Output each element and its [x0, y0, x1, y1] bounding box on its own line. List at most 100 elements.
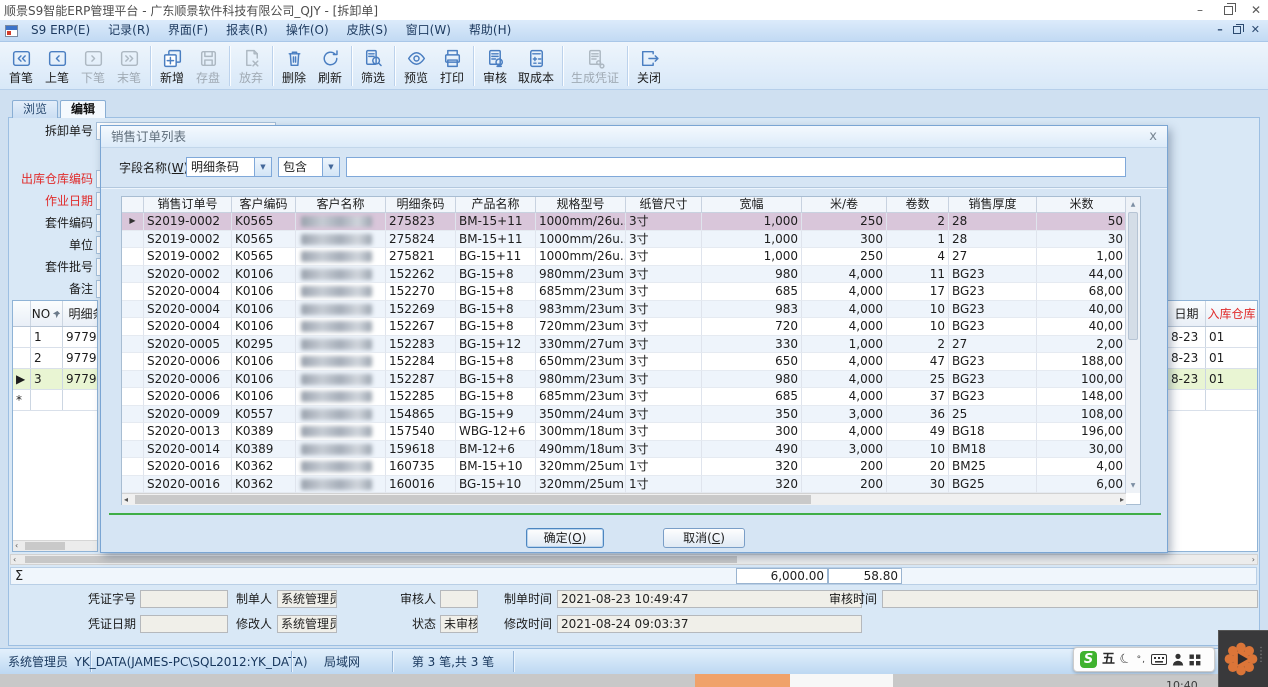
toolbar-delete-button[interactable]: 删除: [276, 44, 312, 88]
sales-order-row[interactable]: S2020-0006K0106152285BG-15+8685mm/23um..…: [122, 388, 1140, 406]
column-header-客户名称[interactable]: 客户名称: [296, 197, 386, 213]
soft-keyboard-icon[interactable]: [1151, 654, 1167, 665]
sales-order-row[interactable]: S2020-0005K0295152283BG-15+12330mm/27um.…: [122, 336, 1140, 354]
grid-row[interactable]: 197792: [13, 327, 97, 348]
toolbar-audit-button[interactable]: 审核: [477, 44, 513, 88]
column-header-明细条码[interactable]: 明细条码: [386, 197, 456, 213]
vscroll-thumb[interactable]: [1128, 212, 1138, 340]
filter-search-input[interactable]: [346, 157, 1126, 177]
toolbar-prev-button[interactable]: 上笔: [39, 44, 75, 88]
tab-编辑[interactable]: 编辑: [60, 100, 106, 118]
menu-item-3[interactable]: 报表(R): [217, 20, 277, 41]
sales-order-row[interactable]: S2020-0004K0106152267BG-15+8720mm/23um..…: [122, 318, 1140, 336]
column-header-米/卷[interactable]: 米/卷: [802, 197, 887, 213]
column-header-销售厚度[interactable]: 销售厚度: [949, 197, 1037, 213]
scroll-right-icon[interactable]: ›: [1252, 555, 1255, 565]
scroll-left-icon[interactable]: ‹: [13, 555, 16, 565]
sogou-input-icon[interactable]: S: [1080, 651, 1097, 668]
user-settings-icon[interactable]: [1172, 653, 1184, 666]
filter-field-combobox[interactable]: 明细条码 ▼: [186, 157, 272, 177]
grid-row[interactable]: ▶397792: [13, 369, 97, 390]
sales-order-row[interactable]: S2020-0016K0362160016BG-15+10320mm/25um.…: [122, 476, 1140, 494]
mdi-restore-button[interactable]: [1233, 26, 1241, 34]
scroll-right-icon[interactable]: ▸: [1120, 494, 1124, 505]
column-header-宽幅[interactable]: 宽幅: [702, 197, 802, 213]
chevron-down-icon[interactable]: ▼: [254, 158, 271, 176]
column-header-规格型号[interactable]: 规格型号: [536, 197, 626, 213]
sales-order-row[interactable]: S2020-0016K0362160735BM-15+10320mm/25um.…: [122, 458, 1140, 476]
column-header-产品名称[interactable]: 产品名称: [456, 197, 536, 213]
scrollbar-thumb[interactable]: [25, 556, 737, 563]
grid-row[interactable]: 297792: [13, 348, 97, 369]
toolbar-preview-button[interactable]: 预览: [398, 44, 434, 88]
tab-浏览[interactable]: 浏览: [12, 100, 58, 118]
grid-column-[interactable]: [13, 301, 31, 326]
toolbar-print-button[interactable]: 打印: [434, 44, 470, 88]
hscroll-thumb[interactable]: [135, 495, 811, 504]
column-header-卷数[interactable]: 卷数: [887, 197, 949, 213]
dialog-close-icon[interactable]: x: [1149, 128, 1157, 146]
sales-order-row[interactable]: S2019-0002K0565275821BG-15+111000mm/26u.…: [122, 248, 1140, 266]
menu-item-5[interactable]: 皮肤(S): [338, 20, 397, 41]
sales-order-row[interactable]: S2020-0002K0106152262BG-15+8980mm/23um..…: [122, 266, 1140, 284]
taskbar-white-button[interactable]: [790, 674, 893, 687]
overlay-menu-dots-icon[interactable]: ⋮⋮: [1256, 648, 1266, 662]
grid-row[interactable]: 8-2301: [1168, 369, 1257, 390]
toolbar-add-button[interactable]: 新增: [154, 44, 190, 88]
grid-left-scrollbar[interactable]: ‹: [13, 540, 97, 551]
column-header-纸管尺寸[interactable]: 纸管尺寸: [626, 197, 702, 213]
mdi-close-button[interactable]: ✕: [1251, 23, 1260, 36]
sales-order-row[interactable]: S2020-0009K0557154865BG-15+9350mm/24um..…: [122, 406, 1140, 424]
column-header-米数[interactable]: 米数: [1037, 197, 1127, 213]
toolbox-grid-icon[interactable]: [1189, 654, 1201, 666]
form-horizontal-scrollbar[interactable]: ‹ ›: [10, 554, 1258, 565]
toolbar-first-button[interactable]: 首笔: [3, 44, 39, 88]
grid-column-明细条码[interactable]: 明细条码: [63, 301, 98, 326]
wubi-mode-icon[interactable]: 五: [1102, 651, 1115, 668]
window-restore-button[interactable]: [1214, 1, 1242, 19]
detail-grid-left[interactable]: NO明细条码197792297792▶397792* ‹: [12, 300, 98, 552]
grid-new-row[interactable]: *: [13, 390, 97, 411]
sales-order-table[interactable]: 销售订单号客户编码客户名称明细条码产品名称规格型号纸管尺寸宽幅米/卷卷数销售厚度…: [121, 196, 1141, 505]
menu-item-0[interactable]: S9 ERP(E): [22, 20, 99, 41]
punctuation-mode-icon[interactable]: °,: [1137, 655, 1146, 665]
chevron-down-icon[interactable]: ▼: [322, 158, 339, 176]
grid-column-NO[interactable]: NO: [31, 301, 63, 326]
screen-recorder-overlay[interactable]: ⋮⋮: [1218, 630, 1268, 687]
scroll-left-icon[interactable]: ‹: [15, 541, 18, 551]
toolbar-filter-button[interactable]: 筛选: [355, 44, 391, 88]
mdi-minimize-button[interactable]: –: [1217, 23, 1223, 36]
toolbar-cost-button[interactable]: 取成本: [513, 44, 559, 88]
scroll-left-icon[interactable]: ◂: [124, 494, 128, 505]
scrollbar-thumb[interactable]: [25, 542, 65, 550]
grid-row[interactable]: [1168, 390, 1257, 411]
column-header-客户编码[interactable]: 客户编码: [232, 197, 296, 213]
table-horizontal-scrollbar[interactable]: ◂ ▸: [122, 493, 1126, 505]
grid-row[interactable]: 8-2301: [1168, 327, 1257, 348]
grid-column-入库仓库[interactable]: 入库仓库: [1206, 301, 1258, 326]
sales-order-row[interactable]: S2020-0013K0389157540WBG-12+6300mm/18um.…: [122, 423, 1140, 441]
sales-order-row[interactable]: S2019-0002K0565275824BM-15+111000mm/26u.…: [122, 231, 1140, 249]
grid-column-日期[interactable]: 日期: [1168, 301, 1206, 326]
sales-order-row[interactable]: S2020-0014K0389159618BM-12+6490mm/18um..…: [122, 441, 1140, 459]
filter-operator-combobox[interactable]: 包含 ▼: [278, 157, 340, 177]
menu-item-6[interactable]: 窗口(W): [397, 20, 460, 41]
column-header-销售订单号[interactable]: 销售订单号: [144, 197, 232, 213]
sales-order-row[interactable]: S2020-0006K0106152287BG-15+8980mm/23um..…: [122, 371, 1140, 389]
menu-item-2[interactable]: 界面(F): [159, 20, 217, 41]
menu-item-4[interactable]: 操作(O): [277, 20, 338, 41]
scroll-down-icon[interactable]: ▼: [1126, 479, 1140, 492]
cancel-button[interactable]: 取消(C): [663, 528, 745, 548]
detail-grid-right[interactable]: 日期入库仓库8-23018-23018-2301: [1168, 300, 1258, 552]
toolbar-refresh-button[interactable]: 刷新: [312, 44, 348, 88]
ime-toolbar[interactable]: S 五 ☾ °,: [1073, 647, 1215, 672]
sales-order-row[interactable]: S2020-0004K0106152269BG-15+8983mm/23um..…: [122, 301, 1140, 319]
window-minimize-button[interactable]: –: [1186, 1, 1214, 19]
ok-button[interactable]: 确定(O): [526, 528, 604, 548]
window-close-button[interactable]: ✕: [1242, 1, 1268, 19]
sales-order-row[interactable]: S2020-0004K0106152270BG-15+8685mm/23um..…: [122, 283, 1140, 301]
grid-row[interactable]: 8-2301: [1168, 348, 1257, 369]
table-vertical-scrollbar[interactable]: ▲ ▼: [1125, 197, 1140, 493]
scroll-up-icon[interactable]: ▲: [1126, 198, 1140, 211]
halfwidth-moon-icon[interactable]: ☾: [1117, 649, 1135, 669]
